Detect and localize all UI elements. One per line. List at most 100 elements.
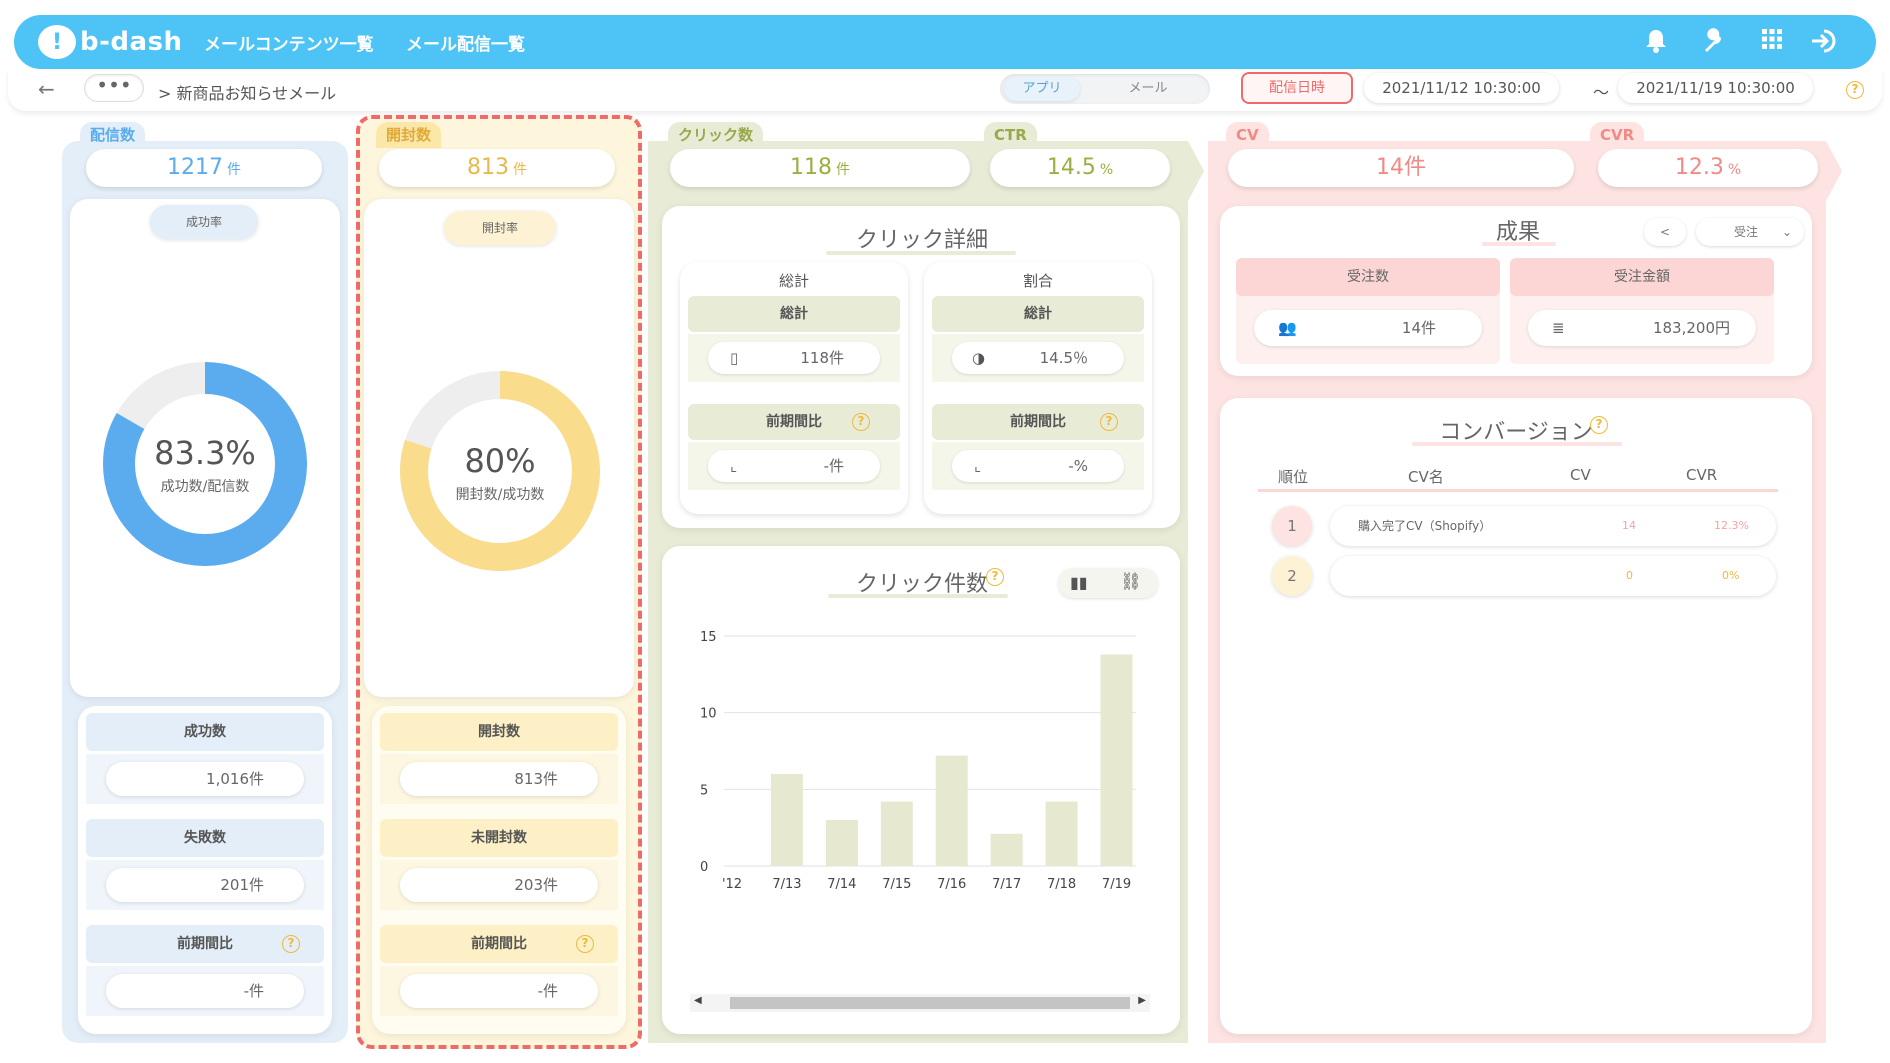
users-icon: 👥 — [1278, 319, 1297, 337]
results-select-value: 受注 — [1734, 225, 1759, 239]
unopened-count-value: 203件 — [400, 868, 598, 902]
help-icon[interactable]: ? — [852, 413, 870, 431]
toggle-app[interactable]: アプリ — [1004, 77, 1080, 101]
conversion-row[interactable]: 購入完了CV（Shopify） 14 12.3% — [1330, 506, 1776, 546]
order-count-pill: 👥 14件 — [1254, 310, 1482, 346]
bar-7/18[interactable] — [1045, 801, 1078, 866]
total-header: 総計 — [688, 296, 900, 332]
success-count-value: 1,016件 — [106, 762, 304, 796]
x-tick-label: 7/17 — [992, 877, 1021, 892]
x-tick-label: 7/19 — [1102, 877, 1131, 892]
nav-mail-contents[interactable]: メールコンテンツ一覧 — [204, 30, 374, 55]
ratio-value-pill: ◑ 14.5％ — [952, 342, 1124, 374]
opens-kpi: 813 件 — [379, 149, 615, 187]
logout-icon[interactable] — [1810, 28, 1838, 56]
clicks-kpi-value: 118 — [790, 155, 832, 180]
prev-period-value: -件 — [400, 974, 598, 1008]
back-arrow-icon[interactable]: ← — [38, 77, 55, 101]
money-icon: ≣ — [1552, 319, 1565, 337]
delivery-rate-card: 成功率 83.3% 成功数/配信数 — [70, 199, 340, 697]
scroll-left-icon[interactable]: ◀ — [694, 995, 702, 1006]
cvr-kpi-value: 12.3 — [1674, 155, 1724, 180]
delivery-kpi-value: 1217 — [167, 155, 223, 180]
donut-caption: 成功数/配信数 — [160, 479, 250, 495]
grid-menu-icon[interactable] — [1758, 28, 1786, 56]
click-detail-card: クリック詳細 総計 総計 ▯ 118件 前期間比 ? ⌞ -件 割合 総計 ◑ … — [662, 206, 1180, 528]
x-tick-label: 7/16 — [937, 877, 966, 892]
success-count-header: 成功数 — [86, 713, 324, 751]
bar-7/19[interactable] — [1100, 654, 1133, 866]
order-amount-pill: ≣ 183,200円 — [1528, 310, 1756, 346]
unopened-count-header: 未開封数 — [380, 819, 618, 857]
conversion-table-header: 順位 CV名 CV CVR — [1258, 462, 1778, 492]
conversion-row[interactable]: 0 0% — [1330, 556, 1776, 596]
cvr-tag: CVR — [1590, 122, 1645, 148]
click-total-title: 総計 — [778, 272, 809, 290]
order-count-header: 受注数 — [1236, 258, 1500, 296]
total-header: 総計 — [932, 296, 1144, 332]
b-dash-logo[interactable]: ! b-dash — [38, 23, 183, 61]
delivery-date-button[interactable]: 配信日時 — [1241, 72, 1353, 104]
ratio-value: 14.5％ — [1039, 349, 1088, 367]
logo-text: b-dash — [80, 27, 183, 57]
opens-kpi-unit: 件 — [513, 162, 527, 178]
opened-count-row: 813件 — [380, 754, 618, 804]
help-icon[interactable]: ? — [1846, 81, 1864, 99]
date-from-field[interactable]: 2021/11/12 10:30:00 — [1364, 73, 1559, 103]
toggle-mail[interactable]: メール — [1096, 77, 1200, 101]
opens-tag: 開封数 — [376, 122, 442, 148]
bar-7/14[interactable] — [825, 820, 858, 866]
logo-bubble-icon: ! — [38, 25, 76, 59]
cv-name: 購入完了CV（Shopify） — [1358, 519, 1492, 533]
rank-badge: 2 — [1272, 556, 1312, 596]
bar-7/15[interactable] — [880, 801, 913, 866]
unopened-count-row: 203件 — [380, 860, 618, 910]
delivery-tag: 配信数 — [80, 122, 146, 148]
title-underline — [1412, 442, 1622, 446]
click-ratio-card: 割合 総計 ◑ 14.5％ 前期間比 ? ⌞ -% — [924, 262, 1152, 514]
ctr-kpi-unit: % — [1099, 162, 1114, 178]
more-button[interactable]: ••• — [84, 74, 144, 102]
order-count-cell: 受注数 👥 14件 — [1236, 258, 1500, 364]
y-tick-label: 10 — [700, 707, 717, 722]
x-tick-label: 7/15 — [882, 877, 911, 892]
cvr-value: 0% — [1722, 569, 1740, 582]
click-total-card: 総計 総計 ▯ 118件 前期間比 ? ⌞ -件 — [680, 262, 908, 514]
results-select[interactable]: 受注 ⌄ — [1696, 218, 1804, 246]
share-icon[interactable]: < — [1644, 218, 1686, 246]
failure-count-row: 201件 — [86, 860, 324, 910]
horizontal-scrollbar[interactable]: ◀ ▶ — [690, 994, 1150, 1012]
help-icon[interactable]: ? — [1590, 416, 1608, 434]
bar-7/13[interactable] — [770, 774, 803, 866]
click-ratio-title: 割合 — [1022, 272, 1053, 290]
breadcrumb: > 新商品お知らせメール — [158, 84, 337, 103]
clicks-kpi-unit: 件 — [836, 162, 850, 178]
opened-count-value: 813件 — [400, 762, 598, 796]
date-to-field[interactable]: 2021/11/19 10:30:00 — [1618, 73, 1813, 103]
wrench-icon[interactable] — [1700, 28, 1728, 56]
title-underline — [1482, 242, 1556, 246]
nav-mail-deliveries[interactable]: メール配信一覧 — [406, 30, 525, 55]
bar-7/17[interactable] — [990, 833, 1023, 866]
bar-7/16[interactable] — [935, 755, 968, 866]
phone-icon: ▯ — [730, 349, 739, 367]
cvr-value: 12.3% — [1714, 519, 1749, 532]
prev-period-value: -件 — [823, 457, 844, 475]
help-icon[interactable]: ? — [1100, 413, 1118, 431]
top-navigation-bar: ! b-dash メールコンテンツ一覧 メール配信一覧 — [14, 15, 1876, 69]
prev-period-row: ⌞ -% — [932, 442, 1144, 490]
scrollbar-thumb[interactable] — [730, 997, 1130, 1009]
y-tick-label: 0 — [700, 860, 708, 875]
order-amount-value: 183,200円 — [1652, 319, 1730, 337]
app-mail-toggle[interactable]: アプリ メール — [1000, 74, 1210, 104]
chevron-down-icon: ⌄ — [1781, 225, 1792, 239]
cv-value: 14 — [1622, 519, 1636, 532]
delivery-kpi-unit: 件 — [227, 162, 241, 178]
bell-icon[interactable] — [1642, 28, 1670, 56]
help-icon[interactable]: ? — [576, 935, 594, 953]
scroll-right-icon[interactable]: ▶ — [1138, 995, 1146, 1006]
clicks-tag: クリック数 — [668, 122, 764, 148]
help-icon[interactable]: ? — [282, 935, 300, 953]
x-tick-label: 7/13 — [772, 877, 801, 892]
title-underline — [826, 251, 1016, 255]
